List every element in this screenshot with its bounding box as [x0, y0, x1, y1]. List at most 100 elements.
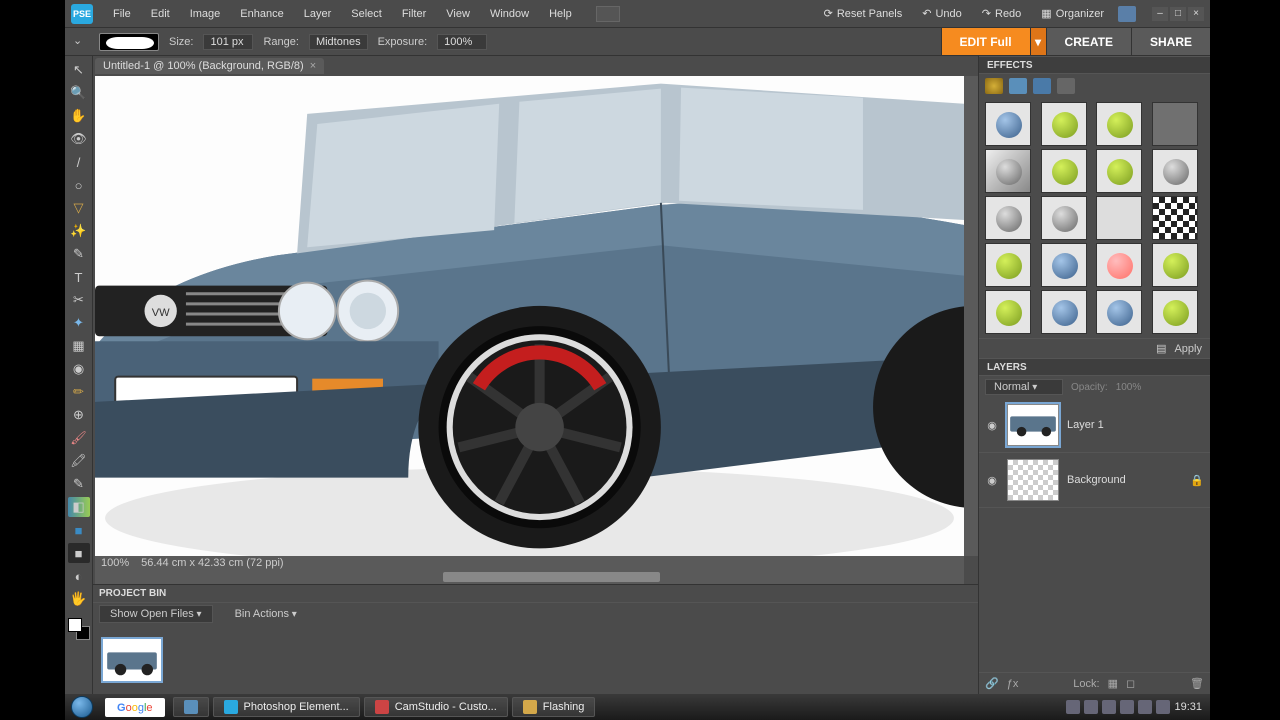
size-input[interactable]: 101 px: [203, 34, 253, 50]
layer-thumbnail[interactable]: [1007, 459, 1059, 501]
share-mode-button[interactable]: SHARE: [1131, 28, 1210, 55]
arrange-icon[interactable]: [596, 6, 620, 22]
sponge-tool[interactable]: ◐: [68, 566, 90, 586]
document-tab[interactable]: Untitled-1 @ 100% (Background, RGB/8) ×: [95, 58, 324, 74]
reset-panels-button[interactable]: ⟳Reset Panels: [818, 5, 909, 22]
effect-thumb[interactable]: [1152, 196, 1198, 240]
effect-thumb[interactable]: [1096, 243, 1142, 287]
all-effects-icon[interactable]: [1057, 78, 1075, 94]
close-button[interactable]: ×: [1188, 7, 1204, 21]
effect-thumb[interactable]: [985, 196, 1031, 240]
menu-filter[interactable]: Filter: [392, 4, 436, 24]
lock-all-icon[interactable]: ▦: [1108, 677, 1118, 690]
opacity-value[interactable]: 100%: [1116, 382, 1142, 393]
magic-wand-tool[interactable]: ▽: [68, 198, 90, 218]
filters-category-icon[interactable]: [985, 78, 1003, 94]
layer-row[interactable]: ◉ Layer 1: [979, 398, 1210, 453]
tool-preset-icon[interactable]: ⌄: [73, 34, 89, 50]
apply-button[interactable]: Apply: [1174, 343, 1202, 355]
crop-tool[interactable]: T: [68, 267, 90, 287]
effect-thumb[interactable]: [985, 290, 1031, 334]
fx-icon[interactable]: ƒx: [1007, 678, 1019, 690]
effect-thumb[interactable]: [985, 149, 1031, 193]
zoom-level[interactable]: 100%: [101, 557, 129, 569]
lock-pixels-icon[interactable]: ◻: [1126, 677, 1135, 690]
lasso-tool[interactable]: ○: [68, 175, 90, 195]
menu-image[interactable]: Image: [180, 4, 231, 24]
straighten-tool[interactable]: ✦: [68, 313, 90, 333]
exposure-input[interactable]: 100%: [437, 34, 487, 50]
redo-button[interactable]: ↷Redo: [976, 5, 1028, 22]
tray-icon[interactable]: [1066, 700, 1080, 714]
foreground-color[interactable]: [68, 618, 82, 632]
delete-layer-icon[interactable]: 🗑: [1190, 677, 1204, 690]
clone-tool[interactable]: ✏: [68, 382, 90, 402]
photo-effects-icon[interactable]: [1033, 78, 1051, 94]
cookie-cutter-tool[interactable]: ✂: [68, 290, 90, 310]
horizontal-scrollbar[interactable]: [95, 570, 964, 584]
create-mode-button[interactable]: CREATE: [1046, 28, 1131, 55]
tray-icon[interactable]: [1102, 700, 1116, 714]
effect-thumb[interactable]: [985, 243, 1031, 287]
effect-thumb[interactable]: [1041, 243, 1087, 287]
taskbar-item[interactable]: [173, 697, 209, 717]
taskbar-item[interactable]: Photoshop Element...: [213, 697, 360, 717]
menu-edit[interactable]: Edit: [141, 4, 180, 24]
volume-icon[interactable]: [1156, 700, 1170, 714]
effect-thumb[interactable]: [1041, 102, 1087, 146]
quick-select-tool[interactable]: ✨: [68, 221, 90, 241]
effect-thumb[interactable]: [1096, 196, 1142, 240]
undo-button[interactable]: ↶Undo: [916, 5, 968, 22]
effect-thumb[interactable]: [985, 102, 1031, 146]
hand-tool[interactable]: ✋: [68, 106, 90, 126]
organizer-button[interactable]: ▦Organizer: [1035, 5, 1110, 22]
eyedropper-tool[interactable]: 👁: [68, 129, 90, 149]
marquee-tool[interactable]: /: [68, 152, 90, 172]
menu-window[interactable]: Window: [480, 4, 539, 24]
blur-tool[interactable]: ■: [68, 543, 90, 563]
bin-actions-select[interactable]: Bin Actions ▾: [225, 606, 307, 622]
menu-view[interactable]: View: [436, 4, 480, 24]
color-swatches[interactable]: [68, 618, 90, 640]
recompose-tool[interactable]: 🖐: [68, 589, 90, 609]
effect-thumb[interactable]: [1152, 290, 1198, 334]
menu-help[interactable]: Help: [539, 4, 582, 24]
spot-heal-tool[interactable]: ◉: [68, 359, 90, 379]
taskbar-item[interactable]: Flashing: [512, 697, 596, 717]
layer-thumbnail[interactable]: [1007, 404, 1059, 446]
vertical-scrollbar[interactable]: [964, 76, 978, 556]
google-search-box[interactable]: Google: [105, 698, 165, 717]
paintbucket-tool[interactable]: ✎: [68, 474, 90, 494]
edit-mode-dropdown[interactable]: ▾: [1030, 28, 1046, 55]
menu-file[interactable]: File: [103, 4, 141, 24]
move-tool[interactable]: ↖: [68, 60, 90, 80]
effect-thumb[interactable]: [1041, 290, 1087, 334]
taskbar-clock[interactable]: 19:31: [1174, 701, 1202, 713]
tray-icon[interactable]: [1120, 700, 1134, 714]
canvas[interactable]: VW B-AW 994: [95, 76, 964, 556]
type-tool[interactable]: ✎: [68, 244, 90, 264]
effect-thumb[interactable]: [1041, 149, 1087, 193]
effect-thumb[interactable]: [1152, 243, 1198, 287]
brush-tool[interactable]: 🖌: [68, 428, 90, 448]
effects-options-icon[interactable]: ▤: [1156, 342, 1166, 355]
menu-select[interactable]: Select: [341, 4, 392, 24]
link-layers-icon[interactable]: 🔗: [985, 677, 999, 690]
layer-styles-icon[interactable]: [1009, 78, 1027, 94]
visibility-toggle[interactable]: ◉: [985, 474, 999, 486]
minimize-button[interactable]: –: [1152, 7, 1168, 21]
blend-mode-select[interactable]: Normal ▾: [985, 379, 1063, 395]
effect-thumb[interactable]: [1096, 102, 1142, 146]
start-button[interactable]: [65, 694, 99, 720]
zoom-tool[interactable]: 🔍: [68, 83, 90, 103]
taskbar-item[interactable]: CamStudio - Custo...: [364, 697, 508, 717]
maximize-button[interactable]: □: [1170, 7, 1186, 21]
effects-panel-header[interactable]: EFFECTS: [979, 56, 1210, 74]
effect-thumb[interactable]: [1096, 290, 1142, 334]
layer-row[interactable]: ◉ Background 🔒: [979, 453, 1210, 508]
show-open-files-select[interactable]: Show Open Files ▾: [99, 605, 213, 623]
network-icon[interactable]: [1138, 700, 1152, 714]
range-select[interactable]: Midtones: [309, 34, 368, 50]
bin-thumbnail[interactable]: [101, 637, 163, 683]
layer-name[interactable]: Background: [1067, 474, 1182, 486]
